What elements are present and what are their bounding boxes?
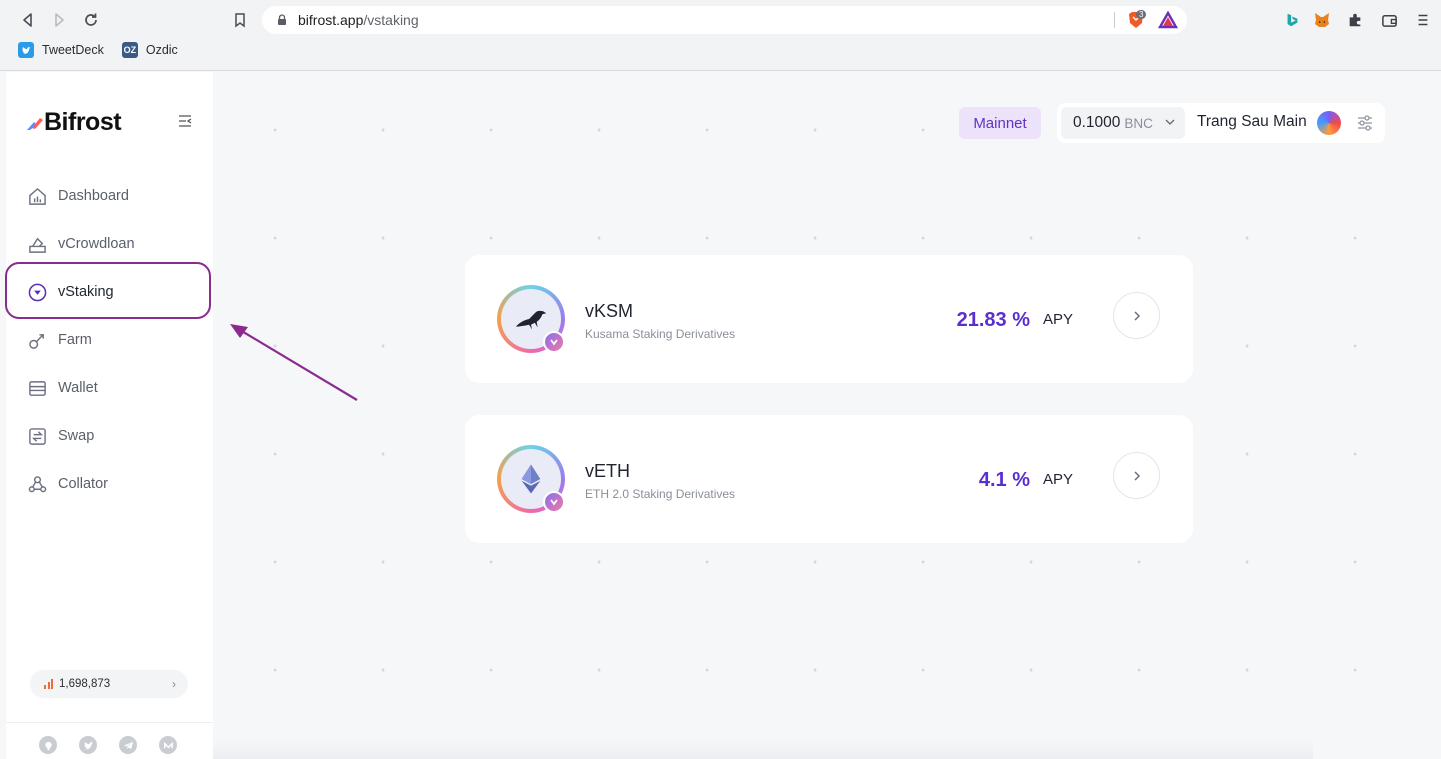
apy-value: 21.83 % [956,309,1030,331]
settings-sliders-icon[interactable] [1356,114,1374,132]
bookmark-button[interactable] [229,9,251,31]
chevron-down-icon [1165,119,1175,125]
vtoken-badge-icon [543,491,565,513]
lock-icon [278,14,286,25]
apy-label: APY [1043,471,1074,488]
balance-selector[interactable]: 0.1000 BNC [1061,107,1185,139]
reload-icon [85,13,97,26]
back-icon [23,13,32,27]
medium-icon[interactable] [159,736,177,754]
sidebar-item-label: Swap [58,428,95,444]
browser-wallet-icon [1381,14,1397,27]
network-badge[interactable]: Mainnet [959,107,1041,139]
extensions-button[interactable] [1346,11,1364,29]
apy-value: 4.1 % [978,469,1030,491]
open-vksm-button[interactable] [1113,292,1160,339]
sidebar-item-vcrowdloan[interactable]: vCrowdloan [6,220,213,268]
balance-unit: BNC [1124,115,1153,131]
github-icon[interactable] [39,736,57,754]
forward-button[interactable] [48,9,70,31]
sidebar-item-label: vCrowdloan [58,236,135,252]
account-name[interactable]: Trang Sau Main [1197,113,1307,131]
bing-icon [1287,13,1298,27]
chevron-right-icon: › [172,677,176,691]
sidebar-divider [6,722,213,723]
crowdloan-icon [29,237,46,253]
apy-label: APY [1043,311,1074,328]
bookmark-icon [235,13,245,28]
chevron-right-icon [1133,310,1140,321]
sidebar-item-farm[interactable]: Farm [6,316,213,364]
extension-metamask[interactable] [1313,11,1331,29]
collapse-sidebar-icon[interactable] [178,114,192,128]
collator-icon [28,475,47,492]
block-height-pill[interactable]: 1,698,873 › [30,670,188,698]
rewards-triangle-icon [1157,10,1179,29]
wallet-button[interactable] [1380,11,1398,29]
sidebar-item-collator[interactable]: Collator [6,460,213,508]
sidebar-item-wallet[interactable]: Wallet [6,364,213,412]
puzzle-icon [1349,13,1361,27]
avatar[interactable] [1317,111,1341,135]
twitter-icon[interactable] [79,736,97,754]
annotation-highlight-box [5,262,211,319]
sidebar-item-label: Wallet [58,380,98,396]
token-card-veth[interactable]: vETH ETH 2.0 Staking Derivatives 4.1 % A… [465,415,1193,543]
token-description: Kusama Staking Derivatives [585,327,736,341]
menu-button[interactable] [1414,11,1432,29]
url-host: bifrost.app [298,12,364,28]
brave-shields-button[interactable]: 3 [1126,10,1147,29]
wallet-icon [29,380,46,396]
signal-bars-icon [44,679,53,689]
sidebar-item-dashboard[interactable]: Dashboard [6,172,213,220]
twitter-icon [18,42,34,58]
bifrost-logo-icon [27,117,43,130]
token-card-vksm[interactable]: vKSM Kusama Staking Derivatives 21.83 % … [465,255,1193,383]
account-panel: 0.1000 BNC Trang Sau Main [1057,103,1385,143]
bifrost-logo[interactable]: Bifrost [26,108,122,137]
bookmark-label: TweetDeck [42,43,104,57]
balance-value: 0.1000 [1073,114,1121,131]
dashboard-icon [29,187,46,205]
token-name: vKSM [585,301,634,321]
forward-icon [55,13,64,27]
bookmarks-bar: TweetDeck OZ Ozdic [18,42,178,58]
browser-toolbar: bifrost.app/vstaking 3 TweetDeck OZ Ozdi… [0,0,1441,71]
oz-icon: OZ [121,42,138,58]
telegram-icon[interactable] [119,736,137,754]
kusama-bird-icon [515,310,547,330]
address-bar[interactable]: bifrost.app/vstaking 3 [262,6,1187,34]
ethereum-icon [521,464,541,494]
brave-rewards-button[interactable] [1157,10,1179,29]
bookmark-label: Ozdic [145,43,178,57]
open-veth-button[interactable] [1113,452,1160,499]
extension-bing[interactable] [1283,11,1301,29]
back-button[interactable] [17,9,39,31]
url-path: /vstaking [363,12,419,28]
sidebar-item-swap[interactable]: Swap [6,412,213,460]
sidebar-item-label: Dashboard [58,188,129,204]
sidebar-item-label: Farm [58,332,92,348]
url-separator [1114,12,1115,28]
swap-icon [29,427,46,445]
token-name: vETH [585,461,630,481]
metamask-fox-icon [1315,13,1329,27]
chevron-right-icon [1133,470,1140,481]
logo-text: Bifrost [44,108,122,136]
bookmark-ozdic[interactable]: OZ Ozdic [121,42,178,58]
token-description: ETH 2.0 Staking Derivatives [585,487,736,501]
annotation-arrow-icon [230,324,358,401]
reload-button[interactable] [80,9,102,31]
vtoken-badge-icon [543,331,565,353]
sidebar-menu: Dashboard vCrowdloan vStaking Farm Walle… [6,172,213,508]
social-links [39,736,177,754]
bottom-shadow [213,740,1313,759]
bookmark-tweetdeck[interactable]: TweetDeck [18,42,104,58]
sidebar: Bifrost Dashboard vCrowdloan vStaking Fa… [6,72,213,759]
sidebar-item-label: Collator [58,476,108,492]
farm-icon [29,333,44,349]
block-height-value: 1,698,873 [59,678,111,690]
hamburger-icon [1418,14,1428,26]
